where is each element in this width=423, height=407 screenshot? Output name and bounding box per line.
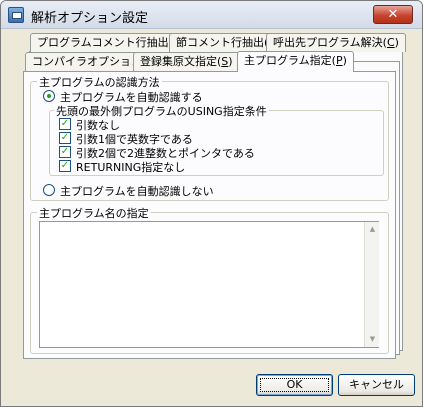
window-title: 解析オプション設定 <box>31 11 149 26</box>
focus-rect <box>260 378 329 392</box>
check-no-returning-label[interactable]: RETURNING指定なし <box>76 159 185 175</box>
auto-recognize-radio[interactable] <box>43 90 55 102</box>
ok-button[interactable]: OK <box>256 374 333 396</box>
check-no-args[interactable]: ✓ <box>59 118 71 130</box>
recognition-method-group: 主プログラムの認識方法 主プログラムを自動認識する 先頭の最外側プログラムのUS… <box>30 74 389 201</box>
using-condition-group: 先頭の最外側プログラムのUSING指定条件 ✓ 引数なし ✓ 引数1個で英数字で… <box>49 103 384 176</box>
textarea-scrollbar[interactable]: ▲ ▼ <box>364 222 379 347</box>
main-program-name-title: 主プログラム名の指定 <box>37 205 151 221</box>
tab-copybook-source[interactable]: 登録集原文指定(S) <box>133 52 240 71</box>
title-bar[interactable]: 解析オプション設定 ✕ <box>1 1 422 29</box>
close-button[interactable]: ✕ <box>373 5 413 24</box>
check-no-returning[interactable]: ✓ <box>59 160 71 172</box>
scroll-down-arrow-icon[interactable]: ▼ <box>365 332 380 347</box>
scroll-up-arrow-icon[interactable]: ▲ <box>365 222 380 237</box>
manual-recognize-radio[interactable] <box>43 184 55 196</box>
tab-callee-resolution[interactable]: 呼出先プログラム解決(C) <box>266 33 406 52</box>
tab-main-program[interactable]: 主プログラム指定(P) <box>237 51 354 72</box>
check-binary-pointer-args[interactable]: ✓ <box>59 146 71 158</box>
main-program-tab-page: 主プログラムの認識方法 主プログラムを自動認識する 先頭の最外側プログラムのUS… <box>23 71 396 359</box>
app-window-icon <box>8 7 24 23</box>
manual-recognize-label[interactable]: 主プログラムを自動認識しない <box>60 183 214 199</box>
cancel-button[interactable]: キャンセル <box>338 374 415 396</box>
options-dialog: 解析オプション設定 ✕ プログラムコメント行抽出(M) 節コメント行抽出(E) … <box>0 0 423 407</box>
recognition-group-title: 主プログラムの認識方法 <box>37 74 162 90</box>
check-one-alnum-arg[interactable]: ✓ <box>59 132 71 144</box>
main-program-name-textarea[interactable] <box>39 221 379 348</box>
